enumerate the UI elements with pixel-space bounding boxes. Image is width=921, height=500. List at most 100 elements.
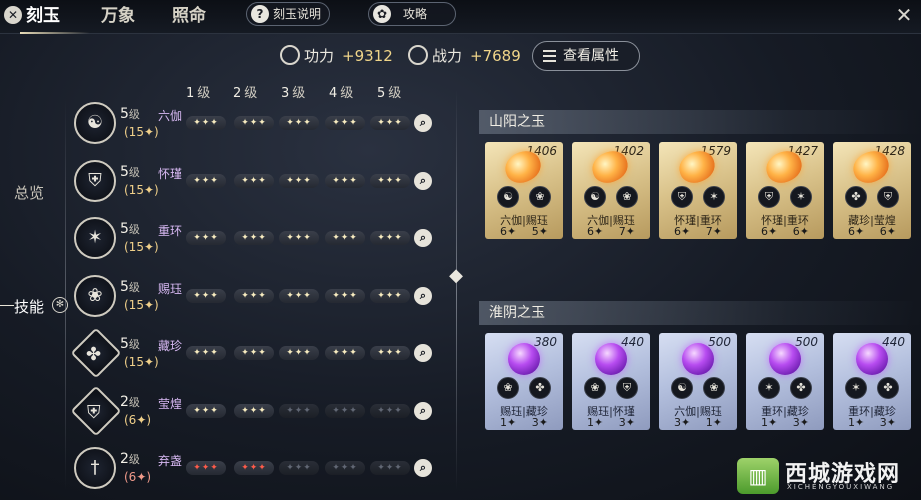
lotus-icon[interactable]: ❀ [74, 275, 116, 317]
level-star-group: ✦✦✦ [370, 231, 410, 245]
top-bar: ✕ 刻玉 万象 照命 ? 刻玉说明 ✿ 攻略 ✕ [0, 0, 921, 34]
level-star-group: ✦✦✦ [186, 346, 226, 360]
jade-skill-icon: ⛨ [671, 186, 693, 208]
view-attributes-button[interactable]: 查看属性 [532, 41, 640, 71]
combat-stat: 战力 +7689 [408, 42, 521, 70]
skill-star-total: (15✦) [124, 125, 159, 139]
skill-star-total: (6✦) [124, 413, 152, 427]
level-star-group: ✦✦✦ [279, 346, 319, 360]
skill-row: ❀ 5级 赐珏 (15✦) ✦✦✦ ✦✦✦ ✦✦✦ ✦✦✦ ✦✦✦ ⌕ [74, 275, 440, 331]
level-star-group: ✦✦✦ [325, 289, 365, 303]
level-star-group: ✦✦✦ [325, 461, 365, 475]
sidebar-tab-overview[interactable]: 总览 [14, 182, 44, 203]
level-star-group: ✦✦✦ [279, 404, 319, 418]
level-star-group: ✦✦✦ [370, 174, 410, 188]
skill-name: 赐珏 [158, 282, 183, 296]
skill-name: 弃盏 [158, 454, 183, 468]
jade-skill-values: 6✦ 7✦ [674, 225, 722, 238]
jade-card[interactable]: 380 ❀ ✤ 赐珏|藏珍 1✦ 3✦ [485, 333, 563, 430]
view-attributes-label: 查看属性 [563, 48, 619, 64]
level-star-group: ✦✦✦ [234, 289, 274, 303]
skill-level: 5级 [120, 221, 140, 237]
jade-skill-values: 6✦ 5✦ [500, 225, 548, 238]
jade-skill-icon: ❀ [529, 186, 551, 208]
level-star-group: ✦✦✦ [279, 231, 319, 245]
jade-card[interactable]: 1402 ☯ ❀ 六伽|赐珏 6✦ 7✦ [572, 142, 650, 239]
level-star-group: ✦✦✦ [325, 231, 365, 245]
jade-card[interactable]: 1579 ⛨ ✶ 怀瑾|重环 6✦ 7✦ [659, 142, 737, 239]
level-star-group: ✦✦✦ [370, 404, 410, 418]
level-star-group: ✦✦✦ [186, 231, 226, 245]
jade-card[interactable]: 1428 ✤ ⛨ 藏珍|莹煌 6✦ 6✦ [833, 142, 911, 239]
combat-value: +7689 [470, 47, 521, 65]
search-icon[interactable]: ⌕ [414, 172, 432, 190]
level-header-1: 1级 [186, 86, 211, 101]
search-icon[interactable]: ⌕ [414, 402, 432, 420]
watermark-subtext: XICHENGYOUXIWANG [787, 483, 895, 491]
level-star-group: ✦✦✦ [186, 404, 226, 418]
jade-skill-values: 6✦ 6✦ [848, 225, 896, 238]
jade-card[interactable]: 1427 ⛨ ✶ 怀瑾|重环 6✦ 6✦ [746, 142, 824, 239]
power-stat: 功力 +9312 [280, 42, 393, 70]
tab-wanxiang[interactable]: 万象 [101, 2, 135, 32]
jade-skill-icon: ❀ [703, 377, 725, 399]
level-star-group: ✦✦✦ [186, 461, 226, 475]
search-icon[interactable]: ⌕ [414, 459, 432, 477]
shield-icon[interactable]: ⛨ [74, 160, 116, 202]
skill-star-total: (15✦) [124, 240, 159, 254]
jade-skill-values: 1✦ 3✦ [848, 416, 896, 429]
power-icon [280, 44, 300, 65]
level-star-group: ✦✦✦ [234, 174, 274, 188]
jade-card[interactable]: 440 ❀ ⛨ 赐珏|怀瑾 1✦ 3✦ [572, 333, 650, 430]
sword-icon[interactable]: † [74, 447, 116, 489]
help-button[interactable]: ? 刻玉说明 [246, 2, 330, 26]
skill-name: 六伽 [158, 109, 183, 123]
crest-icon[interactable]: ⛨ [70, 385, 122, 437]
skill-row: ⛨ 5级 怀瑾 (15✦) ✦✦✦ ✦✦✦ ✦✦✦ ✦✦✦ ✦✦✦ ⌕ [74, 160, 440, 216]
skill-name: 重环 [158, 224, 183, 238]
jade-score: 440 [882, 335, 905, 349]
skill-star-total: (15✦) [124, 298, 159, 312]
guide-icon: ✿ [373, 5, 391, 23]
jade-skill-icon: ✤ [529, 377, 551, 399]
window-close-icon[interactable]: ✕ [893, 4, 915, 26]
level-star-group: ✦✦✦ [234, 116, 274, 130]
level-star-group: ✦✦✦ [186, 116, 226, 130]
blades-icon[interactable]: ✶ [74, 217, 116, 259]
level-star-group: ✦✦✦ [234, 404, 274, 418]
jade-skill-values: 6✦ 7✦ [587, 225, 635, 238]
jade-skill-icon: ⛨ [758, 186, 780, 208]
search-icon[interactable]: ⌕ [414, 344, 432, 362]
collapse-handle-icon[interactable]: ◆ [448, 263, 464, 289]
search-icon[interactable]: ⌕ [414, 287, 432, 305]
search-icon[interactable]: ⌕ [414, 229, 432, 247]
swirl-icon[interactable]: ☯ [74, 102, 116, 144]
sidebar-tab-skills[interactable]: 技能 ✻ [0, 296, 68, 317]
skill-row: ⛨ 2级 莹煌 (6✦) ✦✦✦ ✦✦✦ ✦✦✦ ✦✦✦ ✦✦✦ ⌕ [70, 385, 440, 446]
jade-card[interactable]: 500 ✶ ✤ 重环|藏珍 1✦ 3✦ [746, 333, 824, 430]
jade-card[interactable]: 440 ✶ ✤ 重环|藏珍 1✦ 3✦ [833, 333, 911, 430]
section-yang-title: 山阳之玉 [479, 110, 921, 134]
jade-card[interactable]: 1406 ☯ ❀ 六伽|赐珏 6✦ 5✦ [485, 142, 563, 239]
jade-skill-icon: ❀ [584, 377, 606, 399]
skill-row: ✤ 5级 藏珍 (15✦) ✦✦✦ ✦✦✦ ✦✦✦ ✦✦✦ ✦✦✦ ⌕ [70, 327, 440, 388]
jade-gem-icon [595, 343, 627, 375]
jade-score: 500 [795, 335, 818, 349]
tab-keyu[interactable]: 刻玉 [20, 2, 90, 34]
skill-level: 2级 [120, 451, 140, 467]
skill-row: ✶ 5级 重环 (15✦) ✦✦✦ ✦✦✦ ✦✦✦ ✦✦✦ ✦✦✦ ⌕ [74, 217, 440, 273]
phoenix-icon[interactable]: ✤ [70, 327, 122, 379]
search-icon[interactable]: ⌕ [414, 114, 432, 132]
help-label: 刻玉说明 [273, 7, 322, 21]
level-star-group: ✦✦✦ [186, 289, 226, 303]
level-star-group: ✦✦✦ [370, 289, 410, 303]
jade-skill-values: 3✦ 1✦ [674, 416, 722, 429]
level-star-group: ✦✦✦ [370, 346, 410, 360]
jade-card[interactable]: 500 ☯ ❀ 六伽|赐珏 3✦ 1✦ [659, 333, 737, 430]
level-star-group: ✦✦✦ [279, 289, 319, 303]
close-icon[interactable]: ✕ [4, 6, 22, 24]
guide-button[interactable]: ✿ 攻略 [368, 2, 456, 26]
jade-skill-icon: ⛨ [877, 186, 899, 208]
tab-zhaoming[interactable]: 照命 [172, 2, 206, 32]
jade-skill-icon: ❀ [497, 377, 519, 399]
